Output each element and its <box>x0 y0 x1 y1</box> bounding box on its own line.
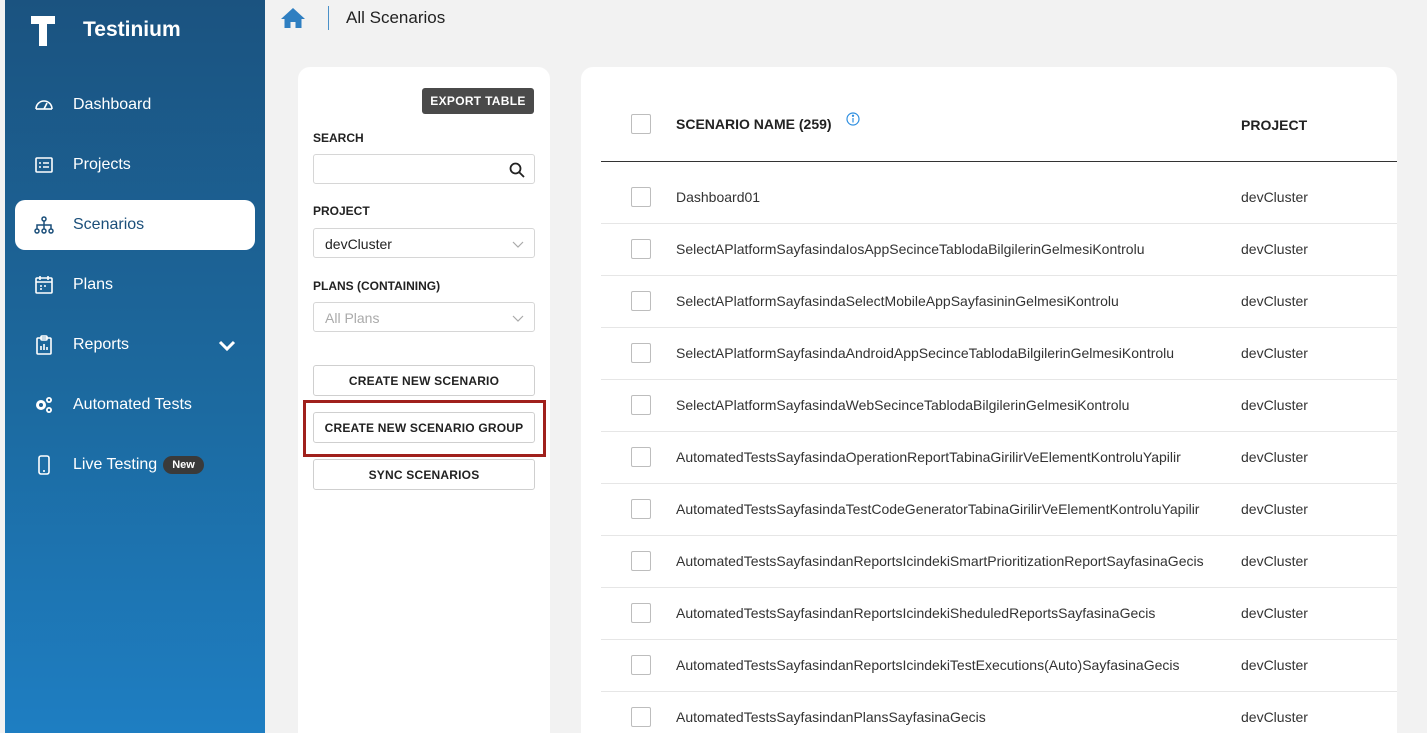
row-checkbox[interactable] <box>631 343 651 363</box>
sync-scenarios-button[interactable]: SYNC SCENARIOS <box>313 459 535 490</box>
row-checkbox[interactable] <box>631 551 651 571</box>
table-header: SCENARIO NAME (259) PROJECT <box>601 87 1397 162</box>
scenario-name-cell[interactable]: AutomatedTestsSayfasindanReportsIcindeki… <box>676 553 1204 569</box>
dashboard-gauge-icon <box>34 95 54 115</box>
project-cell: devCluster <box>1241 657 1308 673</box>
info-icon[interactable] <box>846 112 860 126</box>
chevron-down-icon <box>512 241 524 248</box>
project-cell: devCluster <box>1241 189 1308 205</box>
sidebar-item-live-testing[interactable]: Live Testing New <box>15 440 255 490</box>
row-checkbox[interactable] <box>631 187 651 207</box>
sidebar-item-plans[interactable]: Plans <box>15 260 255 310</box>
plans-label: PLANS (CONTAINING) <box>313 279 441 293</box>
project-cell: devCluster <box>1241 397 1308 413</box>
sidebar-item-projects[interactable]: Projects <box>15 140 255 190</box>
scenario-name-cell[interactable]: SelectAPlatformSayfasindaAndroidAppSecin… <box>676 345 1174 361</box>
row-checkbox[interactable] <box>631 395 651 415</box>
table-row[interactable]: SelectAPlatformSayfasindaWebSecinceTablo… <box>601 380 1397 432</box>
column-header-project[interactable]: PROJECT <box>1241 117 1307 133</box>
project-label: PROJECT <box>313 204 370 218</box>
scenario-name-cell[interactable]: AutomatedTestsSayfasindanReportsIcindeki… <box>676 657 1179 673</box>
row-checkbox[interactable] <box>631 655 651 675</box>
sidebar: Testinium Dashboard Projects Scenarios P… <box>5 0 265 733</box>
sidebar-item-dashboard[interactable]: Dashboard <box>15 80 255 130</box>
sidebar-item-scenarios[interactable]: Scenarios <box>15 200 255 250</box>
project-cell: devCluster <box>1241 553 1308 569</box>
create-new-scenario-button[interactable]: CREATE NEW SCENARIO <box>313 365 535 396</box>
scenario-name-cell[interactable]: Dashboard01 <box>676 189 760 205</box>
table-row[interactable]: SelectAPlatformSayfasindaIosAppSecinceTa… <box>601 224 1397 276</box>
filter-panel: EXPORT TABLE SEARCH PROJECT devCluster P… <box>298 67 550 733</box>
table-row[interactable]: AutomatedTestsSayfasindanReportsIcindeki… <box>601 536 1397 588</box>
table-row[interactable]: SelectAPlatformSayfasindaAndroidAppSecin… <box>601 328 1397 380</box>
home-icon[interactable] <box>280 6 306 30</box>
reports-clipboard-icon <box>34 335 54 355</box>
sidebar-item-label: Automated Tests <box>73 396 192 413</box>
projects-list-icon <box>34 155 54 175</box>
new-badge: New <box>163 456 204 474</box>
row-checkbox[interactable] <box>631 239 651 259</box>
table-row[interactable]: Dashboard01 devCluster <box>601 172 1397 224</box>
sidebar-item-label: Live Testing <box>73 456 158 473</box>
project-cell: devCluster <box>1241 293 1308 309</box>
scenarios-table: SCENARIO NAME (259) PROJECT Dashboard01 … <box>581 67 1397 733</box>
scenario-name-cell[interactable]: SelectAPlatformSayfasindaSelectMobileApp… <box>676 293 1119 309</box>
scenarios-tree-icon <box>34 215 54 235</box>
breadcrumb-divider <box>328 6 329 30</box>
breadcrumb: All Scenarios <box>280 0 445 36</box>
row-checkbox[interactable] <box>631 291 651 311</box>
table-row[interactable]: AutomatedTestsSayfasindaOperationReportT… <box>601 432 1397 484</box>
plans-calendar-icon <box>34 275 54 295</box>
sidebar-item-label: Projects <box>73 156 131 173</box>
select-all-checkbox[interactable] <box>631 114 651 134</box>
plans-select[interactable]: All Plans <box>313 302 535 332</box>
gears-icon <box>34 395 54 415</box>
brand[interactable]: Testinium <box>31 12 181 48</box>
chevron-down-icon[interactable] <box>217 335 237 355</box>
table-row[interactable]: AutomatedTestsSayfasindanReportsIcindeki… <box>601 588 1397 640</box>
project-cell: devCluster <box>1241 605 1308 621</box>
sidebar-item-label: Dashboard <box>73 96 152 113</box>
scenario-name-cell[interactable]: AutomatedTestsSayfasindaOperationReportT… <box>676 449 1181 465</box>
mobile-phone-icon <box>34 455 54 475</box>
row-checkbox[interactable] <box>631 603 651 623</box>
project-select[interactable]: devCluster <box>313 228 535 258</box>
plans-select-value: All Plans <box>325 310 380 326</box>
search-icon[interactable] <box>509 162 525 178</box>
project-cell: devCluster <box>1241 501 1308 517</box>
sidebar-item-label: Plans <box>73 276 114 293</box>
chevron-down-icon <box>512 315 524 322</box>
search-label: SEARCH <box>313 131 364 145</box>
create-new-scenario-group-button[interactable]: CREATE NEW SCENARIO GROUP <box>313 412 535 443</box>
scenario-name-cell[interactable]: AutomatedTestsSayfasindanPlansSayfasinaG… <box>676 709 986 725</box>
page-title: All Scenarios <box>346 8 446 27</box>
export-table-button[interactable]: EXPORT TABLE <box>422 88 534 114</box>
project-cell: devCluster <box>1241 241 1308 257</box>
sidebar-item-label: Scenarios <box>73 216 145 233</box>
sidebar-item-reports[interactable]: Reports <box>15 320 255 370</box>
table-row[interactable]: SelectAPlatformSayfasindaSelectMobileApp… <box>601 276 1397 328</box>
search-input[interactable] <box>313 154 535 184</box>
row-checkbox[interactable] <box>631 447 651 467</box>
row-checkbox[interactable] <box>631 499 651 519</box>
table-row[interactable]: AutomatedTestsSayfasindanPlansSayfasinaG… <box>601 692 1397 733</box>
scenario-name-cell[interactable]: SelectAPlatformSayfasindaWebSecinceTablo… <box>676 397 1129 413</box>
brand-name: Testinium <box>83 18 181 41</box>
project-select-value: devCluster <box>325 236 392 252</box>
project-cell: devCluster <box>1241 345 1308 361</box>
sidebar-item-label: Reports <box>73 336 130 353</box>
column-header-scenario-name[interactable]: SCENARIO NAME (259) <box>676 116 832 132</box>
project-cell: devCluster <box>1241 709 1308 725</box>
project-cell: devCluster <box>1241 449 1308 465</box>
scenario-name-cell[interactable]: AutomatedTestsSayfasindanReportsIcindeki… <box>676 605 1155 621</box>
row-checkbox[interactable] <box>631 707 651 727</box>
scenario-name-cell[interactable]: AutomatedTestsSayfasindaTestCodeGenerato… <box>676 501 1199 517</box>
testinium-logo-icon <box>31 14 55 46</box>
table-row[interactable]: AutomatedTestsSayfasindanReportsIcindeki… <box>601 640 1397 692</box>
scenario-name-cell[interactable]: SelectAPlatformSayfasindaIosAppSecinceTa… <box>676 241 1144 257</box>
sidebar-item-automated-tests[interactable]: Automated Tests <box>15 380 255 430</box>
table-row[interactable]: AutomatedTestsSayfasindaTestCodeGenerato… <box>601 484 1397 536</box>
